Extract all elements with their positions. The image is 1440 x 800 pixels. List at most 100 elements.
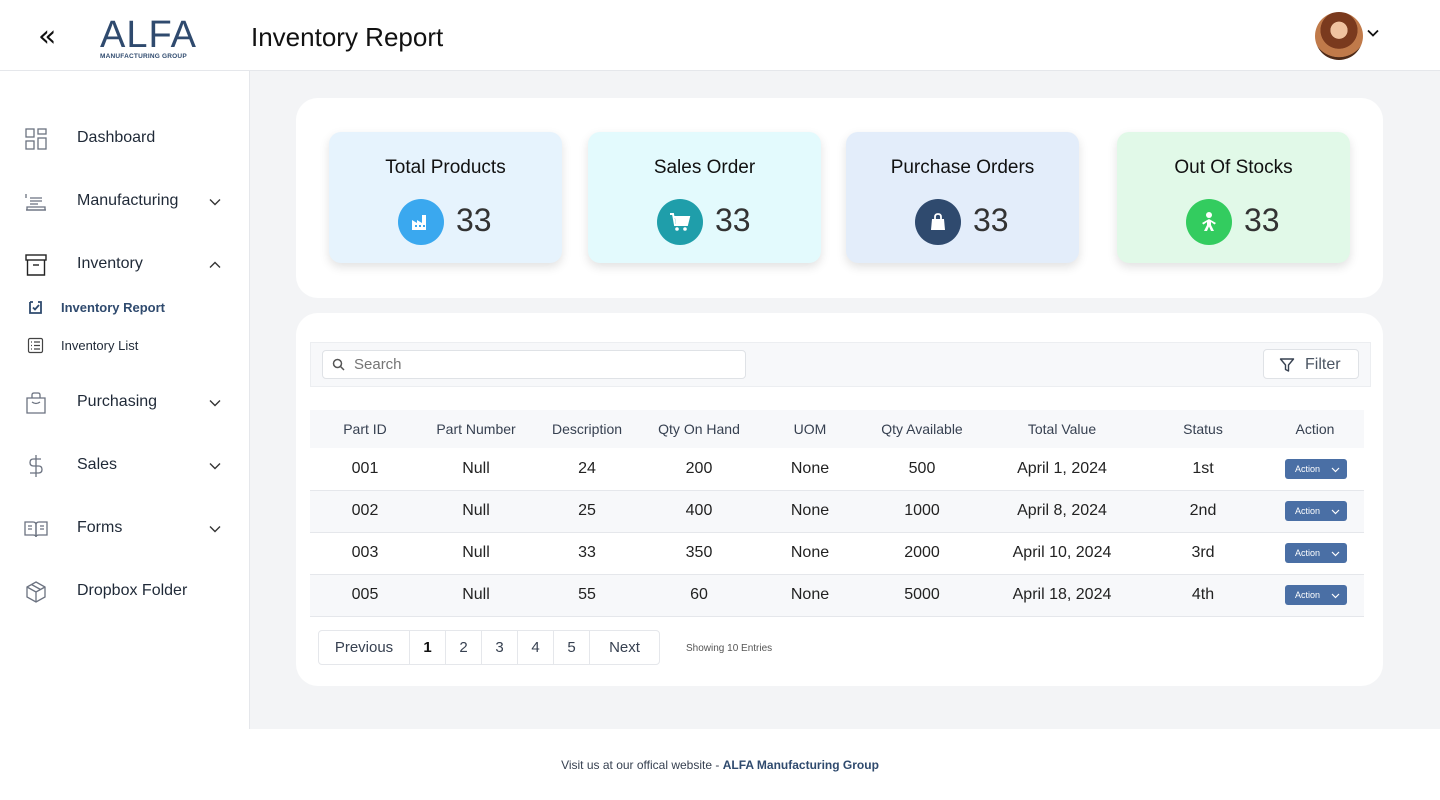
cell-total-value: April 10, 2024 bbox=[1012, 544, 1112, 561]
cell-part-number: Null bbox=[462, 460, 490, 477]
pagination-page-3[interactable]: 3 bbox=[482, 631, 518, 664]
sidebar-item-forms[interactable]: Forms bbox=[0, 508, 249, 548]
pagination: Previous 1 2 3 4 5 Next bbox=[318, 630, 660, 665]
action-dropdown-button[interactable]: Action bbox=[1285, 459, 1347, 479]
chevron-down-icon bbox=[1331, 551, 1340, 557]
sidebar-subitem-label: Inventory List bbox=[61, 338, 139, 353]
cell-description: 24 bbox=[578, 460, 596, 477]
action-label: Action bbox=[1295, 506, 1321, 516]
action-dropdown-button[interactable]: Action bbox=[1285, 543, 1347, 563]
action-label: Action bbox=[1295, 548, 1321, 558]
cell-part-number: Null bbox=[462, 502, 490, 519]
sidebar: Dashboard Manufacturing Inventory Invent… bbox=[0, 71, 250, 729]
action-label: Action bbox=[1295, 590, 1321, 600]
sidebar-subitem-inventory-report[interactable]: Inventory Report bbox=[0, 293, 249, 321]
column-header: Status bbox=[1183, 421, 1223, 437]
cell-uom: None bbox=[790, 502, 830, 519]
cell-qty-on-hand: 350 bbox=[685, 544, 713, 561]
cell-status: 3rd bbox=[1191, 544, 1215, 561]
cell-total-value: April 18, 2024 bbox=[1012, 586, 1112, 603]
cell-qty-available: 1000 bbox=[904, 502, 940, 519]
search-input[interactable] bbox=[354, 356, 734, 373]
chevron-up-icon bbox=[209, 261, 221, 268]
chevron-down-icon bbox=[209, 400, 221, 407]
cell-qty-available: 2000 bbox=[904, 544, 940, 561]
sidebar-item-purchasing[interactable]: Purchasing bbox=[0, 382, 249, 422]
sidebar-item-inventory[interactable]: Inventory bbox=[0, 244, 249, 284]
sidebar-item-dropbox-folder[interactable]: Dropbox Folder bbox=[0, 571, 249, 611]
pagination-page-2[interactable]: 2 bbox=[446, 631, 482, 664]
footer-website-link[interactable]: ALFA Manufacturing Group bbox=[723, 758, 879, 772]
sidebar-subitem-inventory-list[interactable]: Inventory List bbox=[0, 331, 249, 359]
stat-card-total-products[interactable]: Total Products 33 bbox=[329, 132, 562, 263]
sidebar-item-dashboard[interactable]: Dashboard bbox=[0, 118, 249, 158]
cell-part-number: Null bbox=[462, 586, 490, 603]
filter-label: Filter bbox=[1305, 356, 1341, 373]
collapse-sidebar-button[interactable]: « bbox=[38, 22, 62, 52]
column-header: UOM bbox=[793, 421, 827, 437]
footer: Visit us at our offical website - ALFA M… bbox=[0, 758, 1440, 772]
pagination-previous-button[interactable]: Previous bbox=[319, 631, 410, 664]
search-box[interactable] bbox=[322, 350, 746, 379]
column-header: Part Number bbox=[436, 421, 516, 437]
cell-qty-on-hand: 400 bbox=[685, 502, 713, 519]
sidebar-item-label: Manufacturing bbox=[77, 192, 179, 209]
filter-button[interactable]: Filter bbox=[1263, 349, 1359, 379]
stat-card-sales-order[interactable]: Sales Order 33 bbox=[588, 132, 821, 263]
column-header: Qty Available bbox=[881, 421, 963, 437]
cell-uom: None bbox=[790, 460, 830, 477]
pagination-page-4[interactable]: 4 bbox=[518, 631, 554, 664]
action-dropdown-button[interactable]: Action bbox=[1285, 585, 1347, 605]
factory-icon bbox=[398, 199, 444, 245]
action-label: Action bbox=[1295, 464, 1321, 474]
pagination-next-button[interactable]: Next bbox=[590, 631, 659, 664]
stat-value: 33 bbox=[1244, 202, 1280, 238]
sidebar-item-sales[interactable]: Sales bbox=[0, 445, 249, 485]
sidebar-item-manufacturing[interactable]: Manufacturing bbox=[0, 181, 249, 221]
stat-value: 33 bbox=[973, 202, 1009, 238]
stat-card-purchase-orders[interactable]: Purchase Orders 33 bbox=[846, 132, 1079, 263]
list-icon bbox=[27, 337, 44, 354]
cell-total-value: April 8, 2024 bbox=[1017, 502, 1107, 519]
bag-icon bbox=[915, 199, 961, 245]
cell-qty-available: 5000 bbox=[904, 586, 940, 603]
column-header: Total Value bbox=[1027, 421, 1097, 437]
stat-title: Sales Order bbox=[653, 157, 756, 178]
cell-uom: None bbox=[790, 544, 830, 561]
avatar[interactable] bbox=[1315, 12, 1363, 60]
footer-text: Visit us at our offical website - bbox=[561, 758, 723, 772]
search-icon bbox=[332, 358, 345, 371]
cell-status: 2nd bbox=[1189, 502, 1217, 519]
entries-count: Showing 10 Entries bbox=[686, 643, 773, 654]
grid-icon bbox=[25, 128, 47, 150]
cell-part-number: Null bbox=[462, 544, 490, 561]
stat-title: Total Products bbox=[385, 157, 506, 178]
filter-icon bbox=[1279, 358, 1295, 372]
cell-qty-available: 500 bbox=[908, 460, 936, 477]
action-dropdown-button[interactable]: Action bbox=[1285, 501, 1347, 521]
stat-title: Purchase Orders bbox=[890, 157, 1035, 178]
cell-qty-on-hand: 200 bbox=[685, 460, 713, 477]
chevron-down-icon bbox=[209, 526, 221, 533]
logo-main-text: ALFA bbox=[100, 14, 197, 56]
chevron-down-icon bbox=[1331, 467, 1340, 473]
alfa-logo[interactable]: ALFA MANUFACTURING GROUP bbox=[100, 16, 204, 62]
stat-card-out-of-stocks[interactable]: Out Of Stocks 33 bbox=[1117, 132, 1350, 263]
stat-value: 33 bbox=[715, 202, 751, 238]
sidebar-item-label: Dashboard bbox=[77, 129, 156, 146]
chevron-down-icon bbox=[209, 199, 221, 206]
cell-description: 25 bbox=[578, 502, 596, 519]
pagination-page-5[interactable]: 5 bbox=[554, 631, 590, 664]
cell-description: 33 bbox=[578, 544, 596, 561]
cell-part-id: 002 bbox=[351, 502, 379, 519]
chevron-down-icon[interactable] bbox=[1366, 26, 1380, 40]
page-title: Inventory Report bbox=[251, 22, 444, 52]
top-header: « ALFA MANUFACTURING GROUP Inventory Rep… bbox=[0, 0, 1440, 71]
clipboard-check-icon bbox=[29, 301, 42, 314]
cell-uom: None bbox=[790, 586, 830, 603]
cart-icon bbox=[657, 199, 703, 245]
pagination-page-1[interactable]: 1 bbox=[410, 631, 446, 664]
chevron-down-icon bbox=[209, 463, 221, 470]
sidebar-subitem-label: Inventory Report bbox=[61, 300, 166, 315]
sidebar-item-label: Dropbox Folder bbox=[77, 582, 188, 599]
